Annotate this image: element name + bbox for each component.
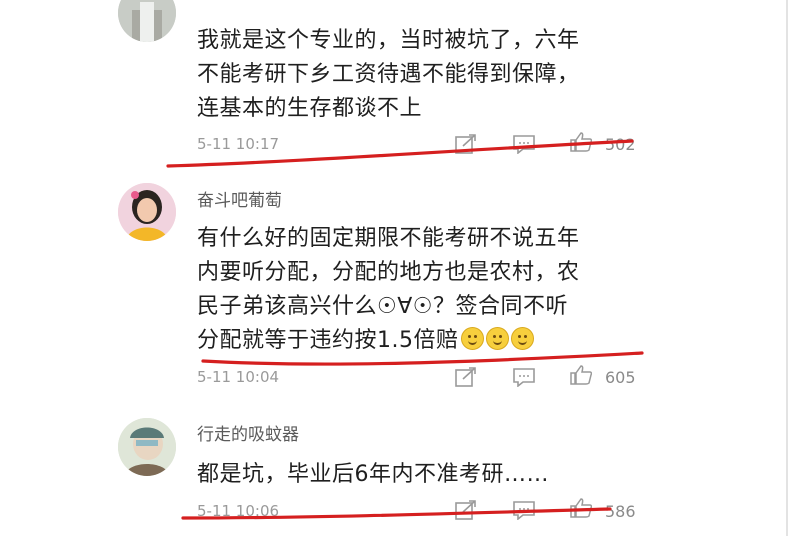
avatar[interactable] [118, 0, 176, 42]
avatar-image [118, 418, 176, 476]
share-icon[interactable] [455, 367, 477, 387]
username[interactable]: 行走的吸蚊器 [197, 420, 299, 445]
comment-icon[interactable] [513, 134, 535, 154]
comment-time: 5-11 10:04 [197, 368, 280, 386]
comment-time: 5-11 10:17 [197, 135, 280, 153]
avatar-image [118, 183, 176, 241]
comment-time: 5-11 10:06 [197, 502, 280, 520]
smile-emoji-icon [485, 327, 509, 350]
comment-text-line: 分配就等于违约按1.5倍赔 [197, 322, 534, 354]
username[interactable]: 奋斗吧葡萄 [197, 186, 282, 211]
thumbs-up-icon[interactable] [570, 365, 592, 385]
share-icon[interactable] [455, 134, 477, 154]
avatar-image [118, 0, 176, 42]
like-count: 502 [605, 135, 636, 154]
comment-text-line: 民子弟该高兴什么☉∀☉？签合同不听 [197, 294, 568, 319]
comment-icon[interactable] [513, 500, 535, 520]
comment-text-segment: 分配就等于违约按1.5倍赔 [197, 328, 459, 353]
like-count: 586 [605, 502, 636, 521]
thumbs-up-icon[interactable] [570, 498, 592, 518]
share-icon[interactable] [455, 500, 477, 520]
thumbs-up-icon[interactable] [570, 132, 592, 152]
comment-icon[interactable] [513, 367, 535, 387]
comment-text-line: 有什么好的固定期限不能考研不说五年 [197, 226, 580, 251]
smile-emoji-icon [510, 327, 534, 350]
comment-text-line: 我就是这个专业的，当时被坑了，六年 [197, 28, 580, 53]
avatar[interactable] [118, 418, 176, 476]
comment-list: 我就是这个专业的，当时被坑了，六年 不能考研下乡工资待遇不能得到保障， 连基本的… [0, 0, 788, 536]
like-count: 605 [605, 368, 636, 387]
comment-text-line: 不能考研下乡工资待遇不能得到保障， [197, 62, 580, 87]
comment-text-line: 都是坑，毕业后6年内不准考研…… [197, 462, 549, 487]
smile-emoji-icon [460, 327, 484, 350]
comment-text-line: 内要听分配，分配的地方也是农村，农 [197, 260, 580, 285]
red-underline [201, 351, 644, 366]
comment-text-line: 连基本的生存都谈不上 [197, 96, 423, 121]
avatar[interactable] [118, 183, 176, 241]
